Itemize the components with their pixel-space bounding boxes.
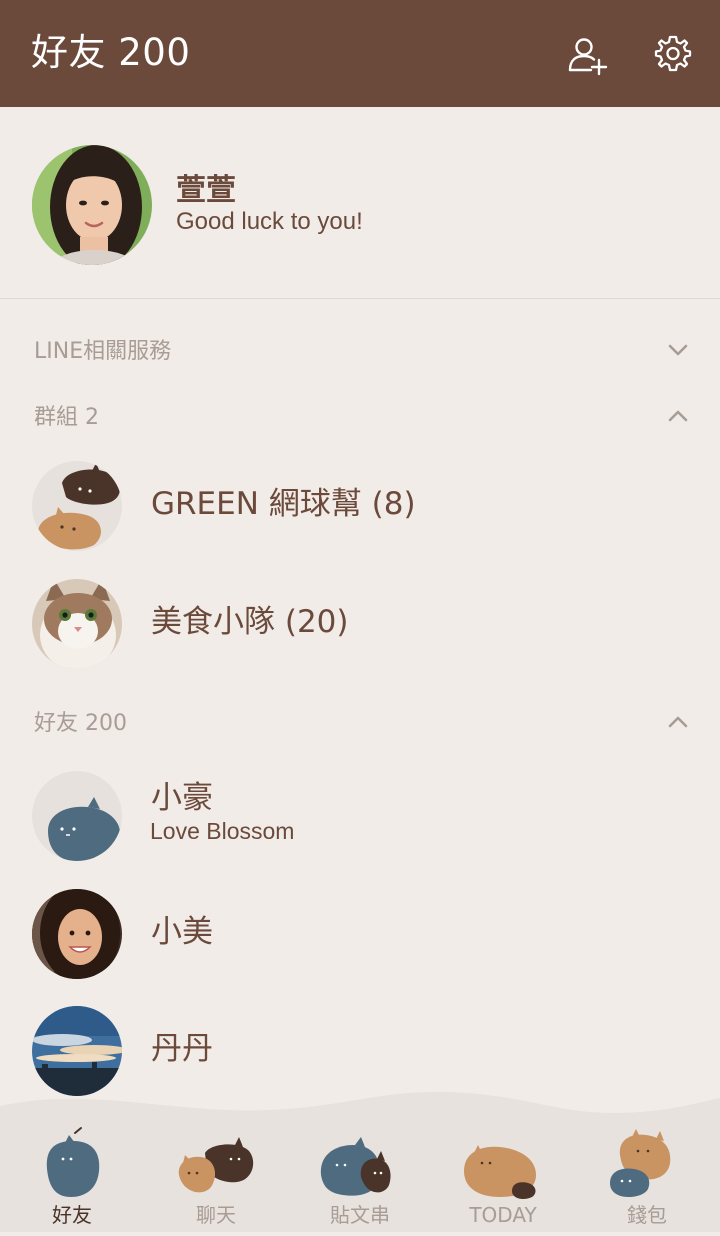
section-groups[interactable]: 群組 2 bbox=[0, 394, 720, 442]
tab-label: 貼文串 bbox=[330, 1203, 390, 1227]
friend-name: 小美 bbox=[151, 914, 213, 950]
group-avatar bbox=[32, 579, 122, 669]
group-row[interactable]: GREEN 網球幫 (8) bbox=[0, 451, 720, 561]
tab-label: TODAY bbox=[469, 1203, 537, 1227]
group-avatar bbox=[32, 461, 122, 551]
add-friend-icon[interactable] bbox=[566, 32, 610, 76]
my-profile[interactable]: 萱萱 Good luck to you! bbox=[0, 107, 720, 299]
section-friends[interactable]: 好友 200 bbox=[0, 700, 720, 748]
header-bar: 好友 200 bbox=[0, 0, 720, 107]
tab-label: 聊天 bbox=[196, 1203, 236, 1227]
friend-avatar bbox=[32, 1006, 122, 1096]
tab-friends[interactable]: 好友 bbox=[17, 1125, 127, 1232]
chevron-up-icon[interactable] bbox=[664, 402, 692, 430]
friend-avatar bbox=[32, 771, 122, 861]
friend-name: 丹丹 bbox=[151, 1031, 213, 1067]
group-row[interactable]: 美食小隊 (20) bbox=[0, 569, 720, 679]
section-label: 群組 2 bbox=[34, 405, 99, 430]
group-name: 美食小隊 (20) bbox=[151, 604, 349, 640]
tab-label: 錢包 bbox=[627, 1203, 667, 1227]
friend-status-message: Love Blossom bbox=[150, 818, 295, 844]
tab-label: 好友 bbox=[52, 1203, 92, 1227]
section-label: LINE相關服務 bbox=[34, 339, 172, 364]
tab-chats[interactable]: 聊天 bbox=[161, 1125, 271, 1232]
friend-row[interactable]: 小豪 Love Blossom bbox=[0, 761, 720, 871]
profile-name: 萱萱 bbox=[176, 173, 236, 208]
section-line-services[interactable]: LINE相關服務 bbox=[0, 328, 720, 376]
section-label: 好友 200 bbox=[34, 711, 127, 736]
tab-wallet[interactable]: 錢包 bbox=[592, 1125, 702, 1232]
cat-friends-icon bbox=[17, 1125, 127, 1201]
cat-today-icon bbox=[448, 1125, 558, 1201]
cat-chats-icon bbox=[161, 1125, 271, 1201]
group-name: GREEN 網球幫 (8) bbox=[151, 486, 416, 522]
tab-today[interactable]: TODAY bbox=[448, 1125, 558, 1232]
gear-icon[interactable] bbox=[651, 32, 695, 76]
chevron-up-icon[interactable] bbox=[664, 708, 692, 736]
friend-avatar bbox=[32, 889, 122, 979]
profile-status-message: Good luck to you! bbox=[176, 208, 363, 235]
tab-timeline[interactable]: 貼文串 bbox=[305, 1125, 415, 1232]
cat-timeline-icon bbox=[305, 1125, 415, 1201]
friend-row[interactable]: 小美 bbox=[0, 879, 720, 989]
profile-avatar[interactable] bbox=[32, 145, 152, 265]
friend-name: 小豪 bbox=[151, 780, 213, 816]
page-title: 好友 200 bbox=[31, 31, 191, 74]
chevron-down-icon[interactable] bbox=[664, 336, 692, 364]
cat-wallet-icon bbox=[592, 1125, 702, 1201]
